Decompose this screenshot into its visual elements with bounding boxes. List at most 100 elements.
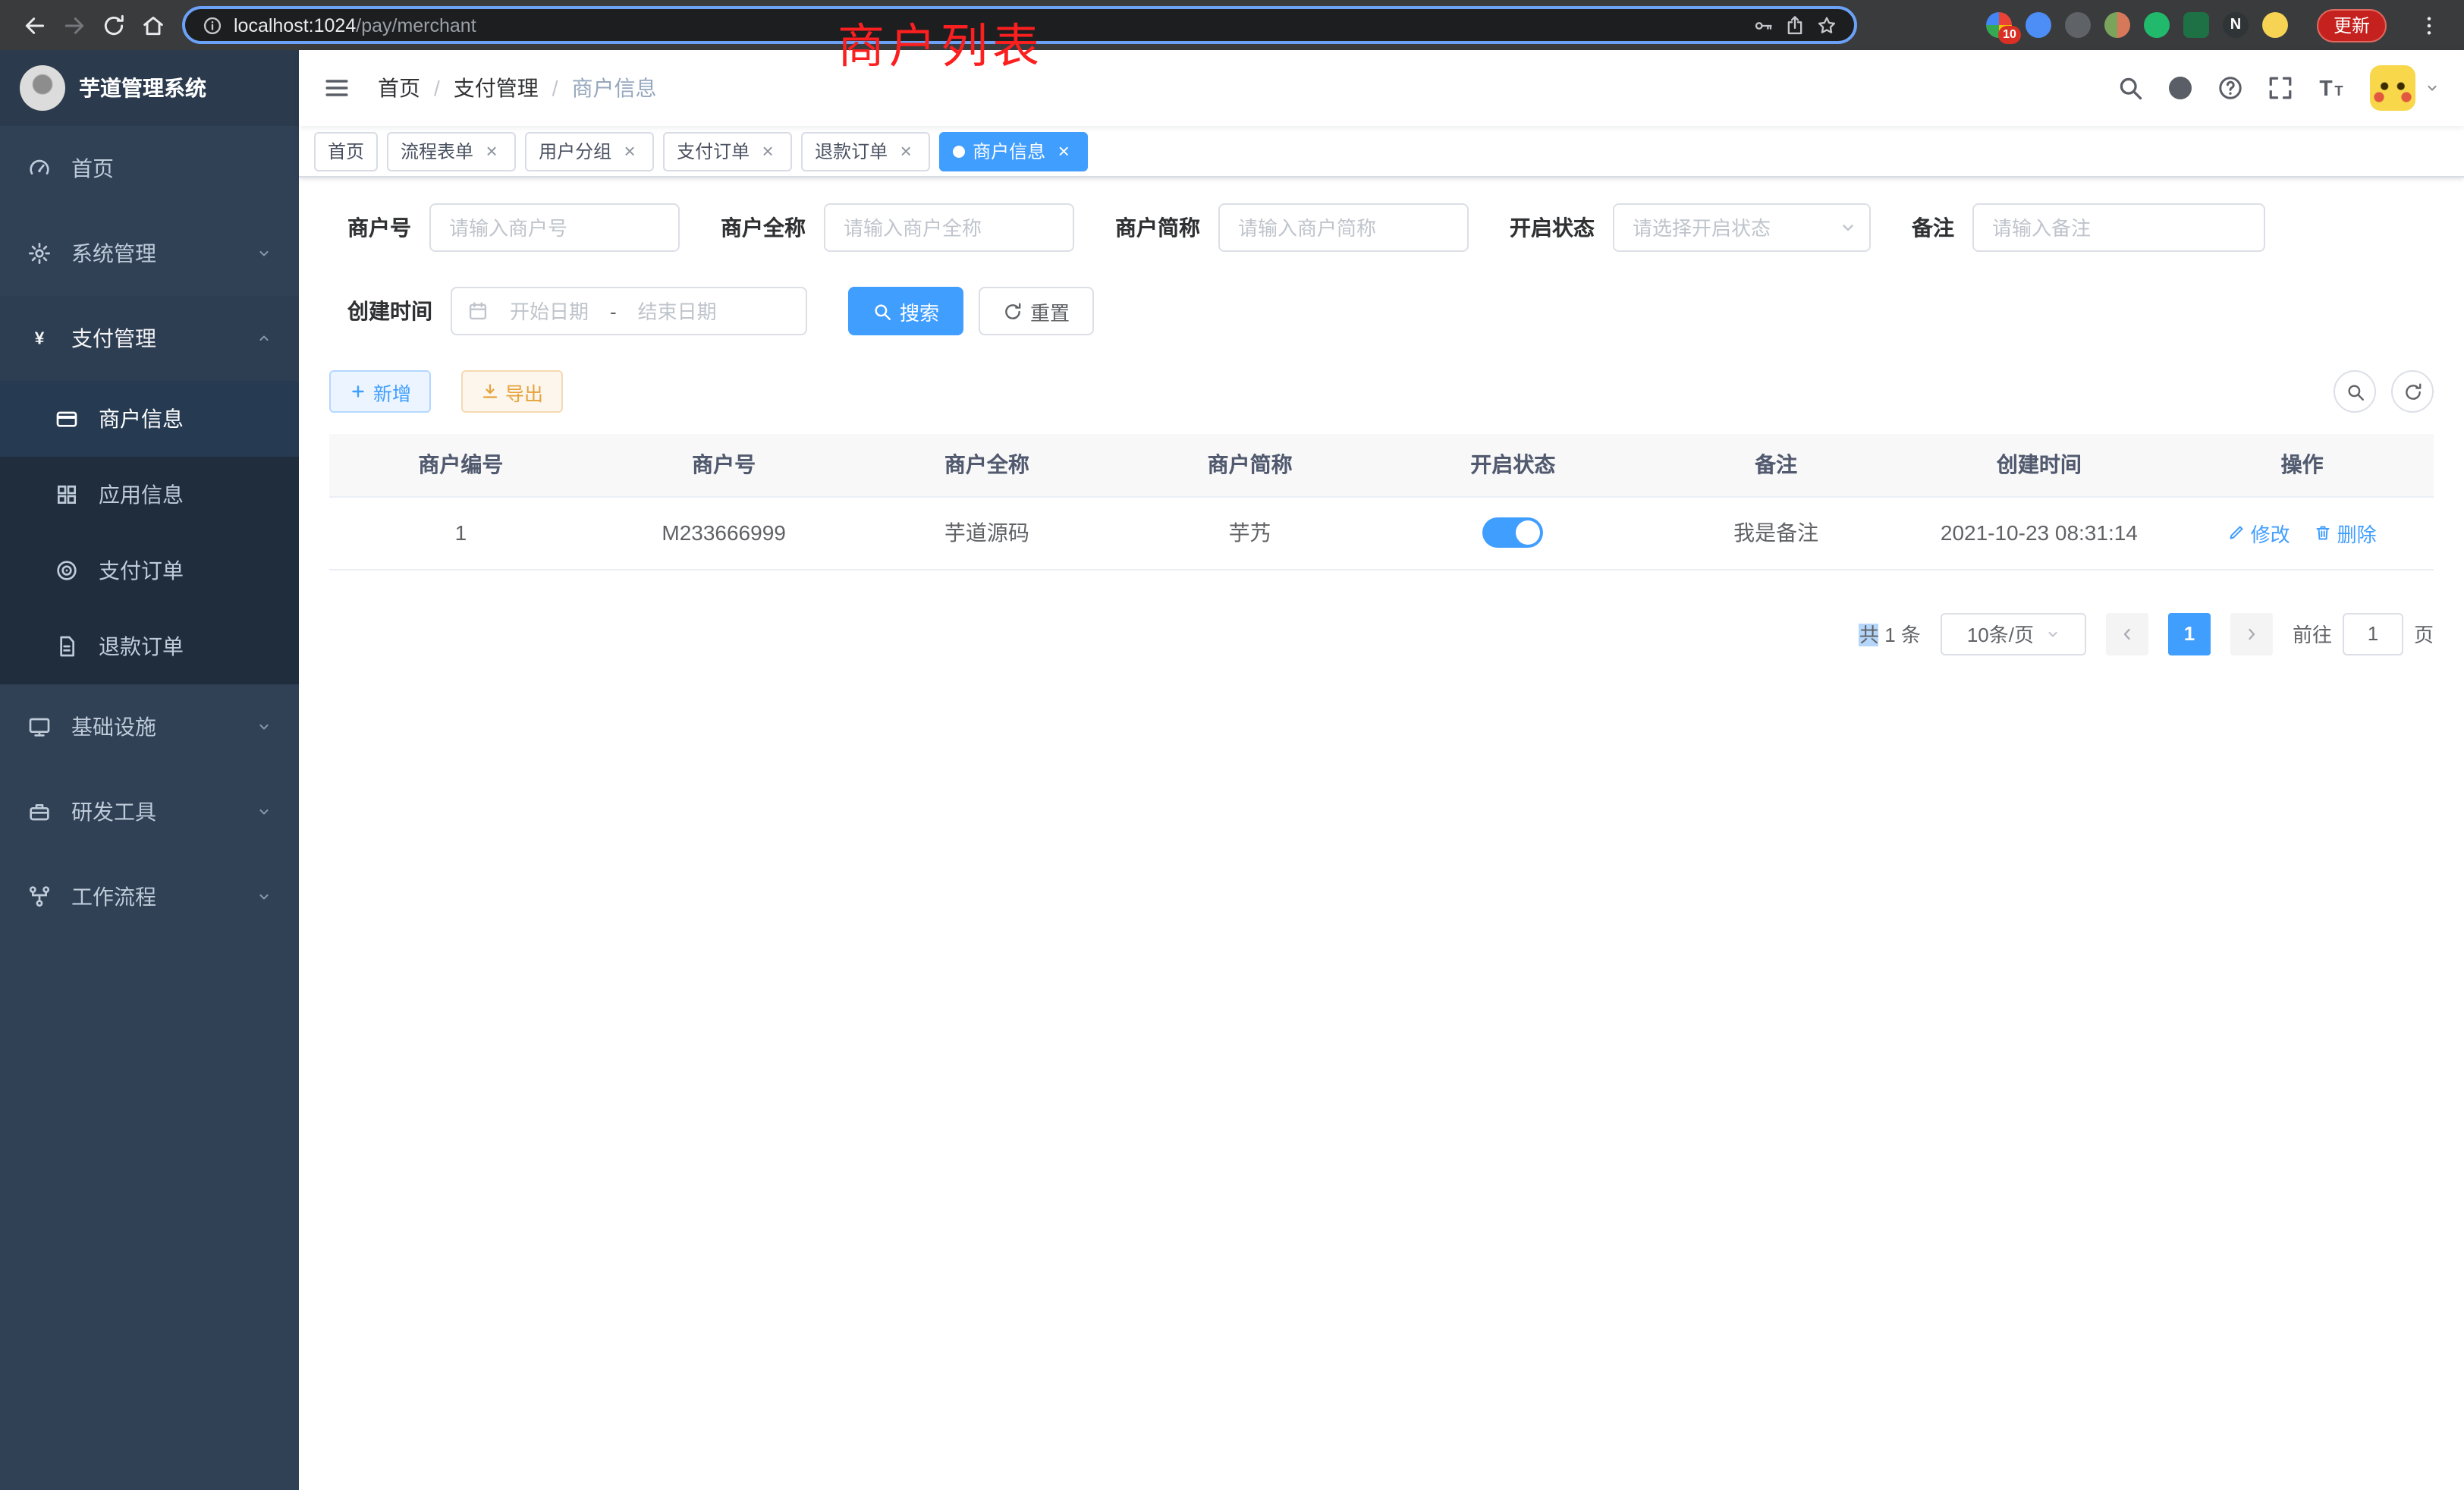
document-icon [55,634,79,659]
chevron-down-icon [256,246,272,261]
prev-page-button[interactable] [2106,612,2148,655]
extension-icon-green[interactable] [2144,12,2170,38]
sidebar-subitem-refund-order[interactable]: 退款订单 [0,608,299,684]
font-size-icon[interactable] [2317,73,2347,103]
end-date-input[interactable] [623,300,732,322]
sidebar-item-label: 系统管理 [71,238,156,269]
grid-icon [55,483,79,507]
sidebar-subitem-app-info[interactable]: 应用信息 [0,457,299,533]
extensions-area: 10 N 更新 [1986,5,2449,45]
status-select[interactable] [1613,203,1871,252]
start-date-input[interactable] [495,300,604,322]
help-icon[interactable] [2217,74,2244,102]
extension-icon-blue[interactable] [2026,12,2051,38]
tab-process-form[interactable]: 流程表单× [387,131,516,171]
goto-input[interactable] [2343,612,2403,655]
reload-button[interactable] [94,5,134,45]
filter-row-2: 创建时间 - 搜索 重置 [329,287,2434,335]
extension-icon-notion[interactable]: N [2223,12,2249,38]
extension-icon-gray[interactable] [2065,12,2091,38]
toolbar-right [2334,370,2434,413]
toggle-search-button[interactable] [2334,370,2376,413]
edit-link[interactable]: 修改 [2228,518,2290,547]
extension-icon-yellow[interactable] [2262,12,2288,38]
tab-home[interactable]: 首页 [314,131,378,171]
sidebar-item-system[interactable]: 系统管理 [0,211,299,296]
sidebar-item-workflow[interactable]: 工作流程 [0,854,299,939]
site-info-icon[interactable] [202,14,223,36]
col-merchant-no: 商户号 [592,434,856,496]
browser-menu-button[interactable] [2409,5,2449,45]
close-icon[interactable]: × [757,140,778,162]
filter-merchant-no: 商户号 [347,203,680,252]
merchant-table: 商户编号 商户号 商户全称 商户简称 开启状态 备注 创建时间 操作 1 [329,434,2434,570]
breadcrumb-separator: / [434,76,440,100]
tab-payment-order[interactable]: 支付订单× [663,131,792,171]
extension-icon-colorful[interactable]: 10 [1986,12,2012,38]
breadcrumb-item-payment[interactable]: 支付管理 [454,73,539,103]
app-logo[interactable]: 芋道管理系统 [0,50,299,126]
refresh-icon [2403,382,2422,401]
close-icon[interactable]: × [1053,140,1074,162]
filter-remark: 备注 [1912,203,2265,252]
back-button[interactable] [15,5,55,45]
reset-button[interactable]: 重置 [979,287,1094,335]
page-annotation: 商户列表 [838,8,1044,76]
sidebar-item-home[interactable]: 首页 [0,126,299,211]
next-page-button[interactable] [2230,612,2273,655]
sidebar-item-infrastructure[interactable]: 基础设施 [0,684,299,769]
key-icon[interactable] [1752,14,1774,36]
extension-icon-green-square[interactable] [2183,12,2209,38]
merchant-no-input[interactable] [429,203,680,252]
forward-button[interactable] [55,5,94,45]
caret-down-icon [2425,80,2440,96]
refresh-table-button[interactable] [2391,370,2434,413]
delete-link[interactable]: 删除 [2315,518,2377,547]
date-range-picker[interactable]: - [451,287,807,335]
short-name-input[interactable] [1218,203,1469,252]
total-suffix: 条 [1901,624,1921,646]
github-icon[interactable] [2167,74,2194,102]
tab-user-group[interactable]: 用户分组× [525,131,654,171]
hamburger-button[interactable] [323,74,350,102]
close-icon[interactable]: × [895,140,916,162]
user-menu[interactable] [2370,65,2440,111]
filter-create-time: 创建时间 - [347,287,807,335]
search-button[interactable]: 搜索 [848,287,963,335]
bookmark-star-icon[interactable] [1816,14,1837,36]
app-title: 芋道管理系统 [79,73,206,103]
cell-merchant-no: M233666999 [592,496,856,569]
tags-bar: 首页 流程表单× 用户分组× 支付订单× 退款订单× 商户信息× [299,126,2464,178]
remark-input[interactable] [1972,203,2265,252]
full-name-input[interactable] [824,203,1074,252]
close-icon[interactable]: × [481,140,502,162]
breadcrumb-separator: / [552,76,558,100]
sidebar-item-devtools[interactable]: 研发工具 [0,769,299,854]
total-prefix: 共 [1859,624,1879,646]
export-button[interactable]: 导出 [461,370,563,413]
tab-merchant-info[interactable]: 商户信息× [939,131,1088,171]
home-button[interactable] [134,5,173,45]
close-icon[interactable]: × [619,140,640,162]
tab-refund-order[interactable]: 退款订单× [801,131,930,171]
page-size-select[interactable]: 10条/页 [1941,612,2086,655]
extension-icon-avatar[interactable] [2104,12,2130,38]
chevron-right-icon [2242,624,2261,643]
status-toggle[interactable] [1482,517,1543,548]
logo-avatar [20,65,65,111]
search-icon[interactable] [2117,74,2144,102]
url-text: localhost:1024/pay/merchant [234,14,476,36]
sidebar-subitem-merchant-info[interactable]: 商户信息 [0,381,299,457]
fullscreen-icon[interactable] [2267,74,2294,102]
calendar-icon [467,300,489,322]
breadcrumb-item-home[interactable]: 首页 [378,73,420,103]
sidebar-item-payment[interactable]: 支付管理 [0,296,299,381]
active-tab-dot [953,145,965,157]
add-button[interactable]: 新增 [329,370,431,413]
sidebar-subitem-payment-order[interactable]: 支付订单 [0,533,299,608]
filter-status: 开启状态 [1510,203,1871,252]
share-icon[interactable] [1784,14,1806,36]
update-button[interactable]: 更新 [2317,8,2387,42]
fold-icon [323,74,350,102]
page-1-button[interactable]: 1 [2168,612,2211,655]
